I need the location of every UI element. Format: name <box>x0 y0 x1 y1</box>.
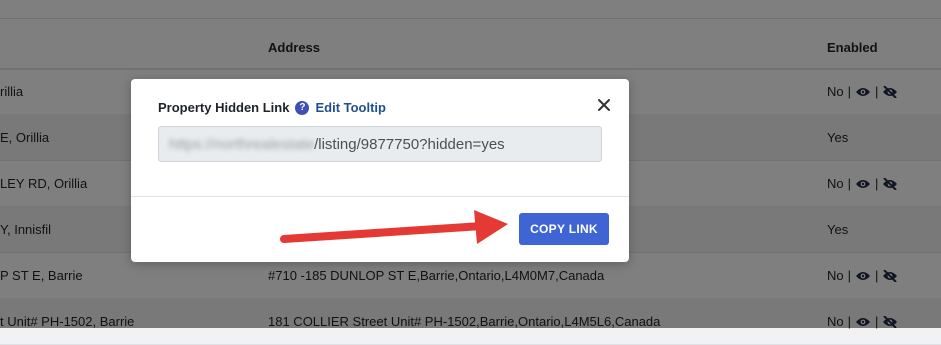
modal-footer: COPY LINK <box>131 196 629 262</box>
modal-title-row: Property Hidden Link ? Edit Tooltip <box>158 100 386 115</box>
edit-tooltip-link[interactable]: Edit Tooltip <box>315 100 386 115</box>
modal-body: Property Hidden Link ? Edit Tooltip http… <box>131 79 629 196</box>
link-visible-part: /listing/9877750?hidden=yes <box>314 135 505 153</box>
modal-title: Property Hidden Link <box>158 100 290 115</box>
hidden-link-field[interactable]: https://northrealestate /listing/9877750… <box>158 126 602 162</box>
hidden-link-modal: Property Hidden Link ? Edit Tooltip http… <box>131 79 629 262</box>
copy-link-button[interactable]: COPY LINK <box>519 213 609 245</box>
close-icon[interactable] <box>597 98 611 112</box>
link-blurred-part: https://northrealestate <box>169 135 315 153</box>
help-icon[interactable]: ? <box>295 100 310 115</box>
